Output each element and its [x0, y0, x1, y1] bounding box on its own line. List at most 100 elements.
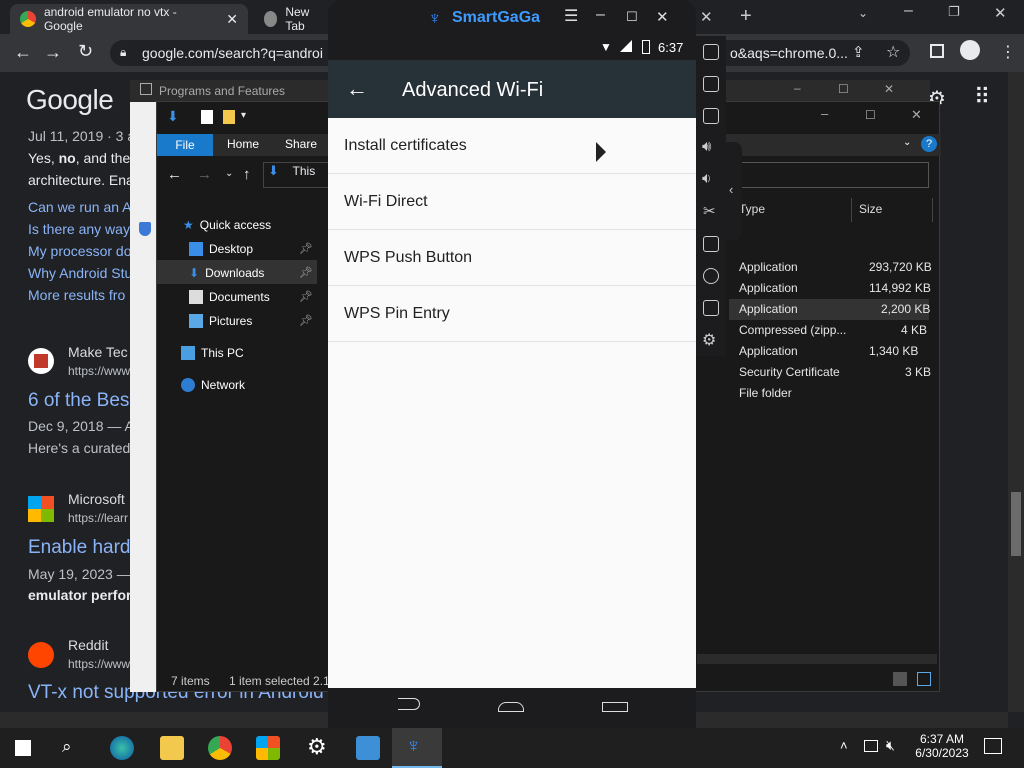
emulator-title-bar[interactable]: ♆ SmartGaGa ☰ – ☐ ✕: [328, 0, 696, 36]
menu-dots-icon[interactable]: ⋮: [1000, 42, 1016, 62]
reload-icon[interactable]: ↻: [78, 41, 93, 62]
nav-back-icon[interactable]: [398, 698, 420, 710]
file-size-cell[interactable]: 293,720 KB: [869, 260, 932, 274]
vertical-scrollbar[interactable]: [1008, 72, 1024, 712]
maximize-icon[interactable]: ☐: [838, 82, 849, 96]
file-explorer-icon[interactable]: [160, 736, 184, 760]
minimize-icon[interactable]: –: [904, 2, 913, 20]
search-icon[interactable]: ⌕: [62, 737, 72, 757]
multi-instance-icon[interactable]: [703, 236, 719, 252]
clock[interactable]: 6:37 AM 6/30/2023: [914, 732, 970, 760]
volume-muted-icon[interactable]: 🔇︎: [886, 737, 895, 754]
smartgaga-taskbar-button[interactable]: ♆: [392, 728, 442, 768]
close-tab-icon[interactable]: ✕: [700, 8, 713, 26]
close-window-icon[interactable]: ✕: [911, 107, 922, 123]
google-logo[interactable]: Google: [26, 84, 114, 116]
smartgaga-emulator-window[interactable]: ♆ SmartGaGa ☰ – ☐ ✕ ▼ 6:37 ← Advanced Wi…: [328, 0, 696, 728]
nav-downloads[interactable]: ⬇ Downloads: [189, 266, 264, 280]
new-tab-icon[interactable]: +: [740, 5, 752, 28]
nav-recents-icon[interactable]: [602, 702, 628, 712]
profile-avatar-icon[interactable]: [960, 40, 980, 60]
share-icon[interactable]: ⇪: [852, 43, 865, 61]
screenshot-scissors-icon[interactable]: ✂: [703, 202, 716, 220]
emulator-menu-icon[interactable]: ☰: [564, 6, 578, 26]
ribbon-tab-file[interactable]: File: [157, 134, 213, 156]
file-type-cell[interactable]: Application: [739, 260, 798, 274]
minimize-icon[interactable]: –: [821, 106, 828, 121]
ribbon-tab-share[interactable]: Share: [285, 137, 317, 151]
windows-start-icon[interactable]: [15, 740, 31, 756]
result-title-link[interactable]: 6 of the Bes: [28, 390, 129, 412]
setting-wps-pin-entry[interactable]: WPS Pin Entry: [328, 286, 696, 342]
file-list-hscroll[interactable]: [697, 654, 937, 664]
file-type-cell[interactable]: Security Certificate: [739, 365, 840, 379]
side-panel-icon[interactable]: [930, 44, 944, 58]
file-size-cell[interactable]: 1,340 KB: [869, 344, 918, 358]
related-link[interactable]: Why Android Stu: [28, 265, 132, 281]
edge-browser-icon[interactable]: [110, 736, 134, 760]
chrome-icon[interactable]: [208, 736, 232, 760]
back-icon[interactable]: ←: [14, 42, 32, 63]
tab-new-tab[interactable]: New Tab: [254, 4, 334, 34]
column-divider[interactable]: [932, 198, 933, 222]
related-link[interactable]: Is there any way: [28, 221, 130, 237]
related-link[interactable]: Can we run an A: [28, 199, 132, 215]
file-size-cell[interactable]: 3 KB: [905, 365, 931, 379]
file-type-cell[interactable]: Application: [739, 302, 798, 316]
volume-up-icon[interactable]: 🔊︎: [702, 138, 711, 155]
column-divider[interactable]: [851, 198, 852, 222]
maximize-icon[interactable]: ☐: [865, 108, 876, 122]
setting-wps-push-button[interactable]: WPS Push Button: [328, 230, 696, 286]
close-window-icon[interactable]: ✕: [884, 82, 894, 96]
file-type-cell[interactable]: Compressed (zipp...: [739, 323, 846, 337]
close-window-icon[interactable]: ✕: [994, 4, 1007, 22]
file-type-cell[interactable]: File folder: [739, 386, 792, 400]
minimize-icon[interactable]: –: [794, 81, 801, 95]
fullscreen-icon[interactable]: [703, 44, 719, 60]
settings-gear-icon[interactable]: ⚙: [702, 330, 716, 350]
recent-locations-icon[interactable]: ⌄: [225, 168, 233, 179]
file-size-cell[interactable]: 2,200 KB: [881, 302, 930, 316]
nav-documents[interactable]: Documents: [189, 290, 270, 304]
close-window-icon[interactable]: ✕: [656, 8, 669, 26]
minimize-icon[interactable]: –: [596, 6, 605, 24]
properties-icon[interactable]: [201, 110, 213, 124]
bookmark-star-icon[interactable]: ☆: [886, 42, 900, 62]
nav-home-icon[interactable]: [498, 702, 524, 712]
volume-down-icon[interactable]: 🔉︎: [702, 170, 711, 187]
up-icon[interactable]: ↑: [243, 166, 251, 183]
file-type-cell[interactable]: Application: [739, 344, 798, 358]
column-header-size[interactable]: Size: [859, 202, 882, 216]
pin-icon[interactable]: 📌︎: [299, 242, 313, 255]
explorer-search-box[interactable]: [737, 162, 929, 188]
details-view-icon[interactable]: [893, 672, 907, 686]
explorer-address-bar[interactable]: ⬇ This: [263, 162, 329, 188]
file-size-cell[interactable]: 114,992 KB: [869, 281, 931, 295]
keyboard-icon[interactable]: [703, 76, 719, 92]
related-link[interactable]: More results fro: [28, 287, 125, 303]
apps-grid-icon[interactable]: ⠿: [974, 84, 990, 110]
column-header-type[interactable]: Type: [739, 202, 765, 216]
quick-access-dropdown-icon[interactable]: ▾: [241, 110, 246, 121]
maximize-icon[interactable]: ☐: [626, 9, 638, 25]
nav-this-pc[interactable]: This PC: [181, 346, 244, 360]
nav-desktop[interactable]: Desktop: [189, 242, 253, 256]
microsoft-store-icon[interactable]: [256, 736, 280, 760]
nav-network[interactable]: Network: [181, 378, 245, 392]
network-icon[interactable]: [864, 740, 878, 752]
close-tab-icon[interactable]: ✕: [226, 11, 238, 28]
shake-icon[interactable]: [703, 300, 719, 316]
pin-icon[interactable]: 📌︎: [299, 314, 313, 327]
tab-search-icon[interactable]: ⌄: [858, 6, 868, 20]
settings-gear-icon[interactable]: ⚙: [307, 734, 327, 760]
file-size-cell[interactable]: 4 KB: [901, 323, 927, 337]
toolbar-collapse-tab[interactable]: ‹: [726, 142, 742, 240]
help-icon[interactable]: ?: [921, 136, 937, 152]
nav-pictures[interactable]: Pictures: [189, 314, 252, 328]
pin-icon[interactable]: 📌︎: [299, 290, 313, 303]
new-folder-icon[interactable]: [223, 110, 235, 124]
forward-icon[interactable]: →: [197, 166, 212, 183]
location-icon[interactable]: [703, 268, 719, 284]
back-icon[interactable]: ←: [167, 166, 182, 183]
restore-icon[interactable]: ❐: [948, 4, 960, 20]
